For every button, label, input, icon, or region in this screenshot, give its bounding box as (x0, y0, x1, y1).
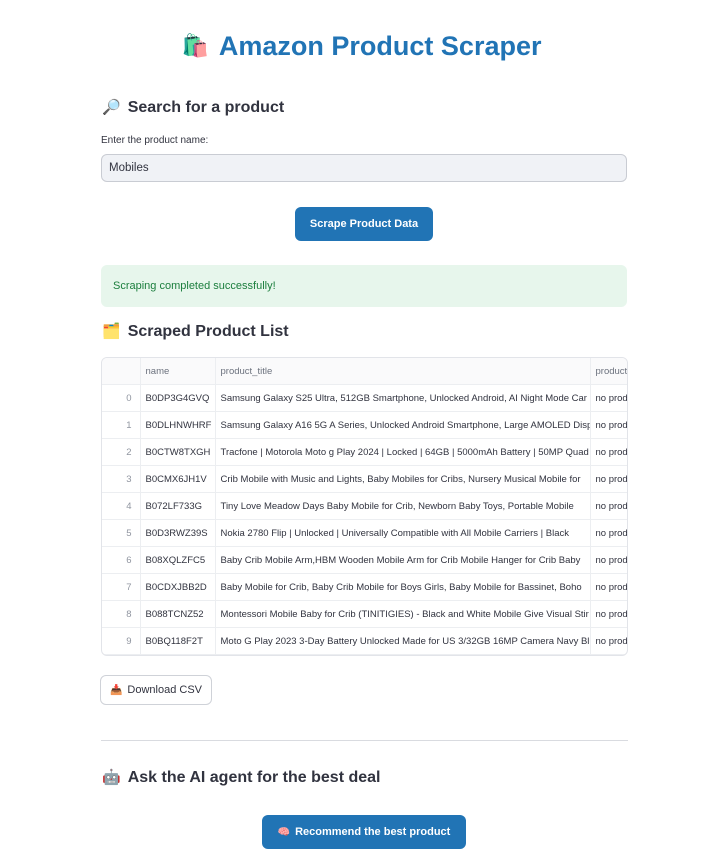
column-header-product[interactable]: product_ (590, 358, 627, 385)
column-header-product-title[interactable]: product_title (215, 358, 591, 385)
cell-product: no prod (590, 627, 627, 655)
cell-name: B0D3RWZ39S (140, 519, 216, 547)
row-index: 4 (102, 492, 141, 520)
row-index: 1 (102, 411, 141, 439)
cell-product: no prod (590, 546, 627, 574)
cell-product-title: Baby Mobile for Crib, Baby Crib Mobile f… (215, 573, 591, 601)
search-heading: 🔎 Search for a product (102, 96, 284, 119)
table-row[interactable]: 8 B088TCNZ52 Montessori Mobile Baby for Cr… (102, 600, 627, 628)
cell-name: B0CDXJBB2D (140, 573, 216, 601)
cell-product: no prod (590, 573, 627, 601)
cell-product-title: Baby Crib Mobile Arm,HBM Wooden Mobile A… (215, 546, 591, 574)
recommend-button-label: Recommend the best product (295, 826, 451, 838)
folder-icon: 🗂️ (102, 322, 121, 340)
product-name-label: Enter the product name: (101, 135, 209, 146)
cell-product-title: Samsung Galaxy S25 Ultra, 512GB Smartpho… (215, 384, 591, 412)
inbox-tray-icon: 📥 (109, 685, 123, 696)
table-header-row: name product_title product_ (102, 358, 627, 385)
cell-product-title: Samsung Galaxy A16 5G A Series, Unlocked… (215, 411, 591, 439)
row-index: 2 (102, 438, 141, 466)
shopping-bags-icon: 🛍️ (181, 34, 209, 59)
cell-product: no prod (590, 438, 627, 466)
cell-product-title: Crib Mobile with Music and Lights, Baby … (215, 465, 591, 493)
table-row[interactable]: 2 B0CTW8TXGH Tracfone | Motorola Moto g Pl… (102, 438, 627, 466)
table-row[interactable]: 4 B072LF733G Tiny Love Meadow Days Baby Mo… (102, 492, 627, 520)
cell-name: B0BQ118F2T (140, 627, 216, 655)
cell-product: no prod (590, 411, 627, 439)
divider (101, 740, 628, 741)
row-index: 5 (102, 519, 141, 547)
page-title: 🛍️ Amazon Product Scraper (0, 26, 723, 67)
scrape-button[interactable]: Scrape Product Data (295, 207, 433, 241)
page-title-text: Amazon Product Scraper (218, 31, 542, 61)
table-row-partial (102, 654, 627, 655)
cell-product: no prod (590, 600, 627, 628)
column-header-name[interactable]: name (140, 358, 216, 385)
download-csv-label: Download CSV (127, 684, 203, 696)
table-row[interactable]: 0 B0DP3G4GVQ Samsung Galaxy S25 Ultra, 512… (102, 384, 627, 412)
cell-product-title: Nokia 2780 Flip | Unlocked | Universally… (215, 519, 591, 547)
download-csv-button[interactable]: 📥 Download CSV (100, 675, 212, 705)
table-row[interactable]: 5 B0D3RWZ39S Nokia 2780 Flip | Unlocked | … (102, 519, 627, 547)
cell-name: B072LF733G (140, 492, 216, 520)
search-heading-text: Search for a product (127, 99, 285, 116)
cell-name: B0DLHNWHRF (140, 411, 216, 439)
cell-name: B088TCNZ52 (140, 600, 216, 628)
product-list-heading-text: Scraped Product List (127, 323, 289, 340)
cell-name: B0DP3G4GVQ (140, 384, 216, 412)
table-row[interactable]: 1 B0DLHNWHRF Samsung Galaxy A16 5G A Serie… (102, 411, 627, 439)
table-row[interactable]: 9 B0BQ118F2T Moto G Play 2023 3-Day Batter… (102, 627, 627, 655)
cell-product: no prod (590, 384, 627, 412)
success-alert: Scraping completed successfully! (101, 265, 627, 307)
cell-product: no prod (590, 492, 627, 520)
recommend-button[interactable]: 🧠 Recommend the best product (262, 815, 466, 849)
row-index: 6 (102, 546, 141, 574)
column-header-index (102, 358, 141, 385)
cell-name: B0CMX6JH1V (140, 465, 216, 493)
row-index: 8 (102, 600, 141, 628)
cell-name: B08XQLZFC5 (140, 546, 216, 574)
table-row[interactable]: 7 B0CDXJBB2D Baby Mobile for Crib, Baby Cr… (102, 573, 627, 601)
cell-product-title: Moto G Play 2023 3-Day Battery Unlocked … (215, 627, 591, 655)
cell-product: no prod (590, 519, 627, 547)
table-row[interactable]: 3 B0CMX6JH1V Crib Mobile with Music and Li… (102, 465, 627, 493)
row-index: 9 (102, 627, 141, 655)
cell-name: B0CTW8TXGH (140, 438, 216, 466)
brain-icon: 🧠 (277, 827, 291, 838)
row-index: 7 (102, 573, 141, 601)
cell-product-title: Tracfone | Motorola Moto g Play 2024 | L… (215, 438, 591, 466)
product-name-input[interactable] (101, 154, 627, 182)
ai-heading: 🤖 Ask the AI agent for the best deal (102, 766, 380, 789)
ai-heading-text: Ask the AI agent for the best deal (127, 769, 381, 786)
cell-product-title: Tiny Love Meadow Days Baby Mobile for Cr… (215, 492, 591, 520)
magnifier-icon: 🔎 (102, 98, 121, 116)
cell-product-title: Montessori Mobile Baby for Crib (TINITIG… (215, 600, 591, 628)
table-row[interactable]: 6 B08XQLZFC5 Baby Crib Mobile Arm,HBM Wood… (102, 546, 627, 574)
product-list-heading: 🗂️ Scraped Product List (102, 320, 289, 343)
robot-icon: 🤖 (102, 768, 121, 786)
product-table[interactable]: name product_title product_ 0B0DP3G4GVQS… (101, 357, 628, 656)
row-index: 3 (102, 465, 141, 493)
cell-product: no prod (590, 465, 627, 493)
row-index: 0 (102, 384, 141, 412)
